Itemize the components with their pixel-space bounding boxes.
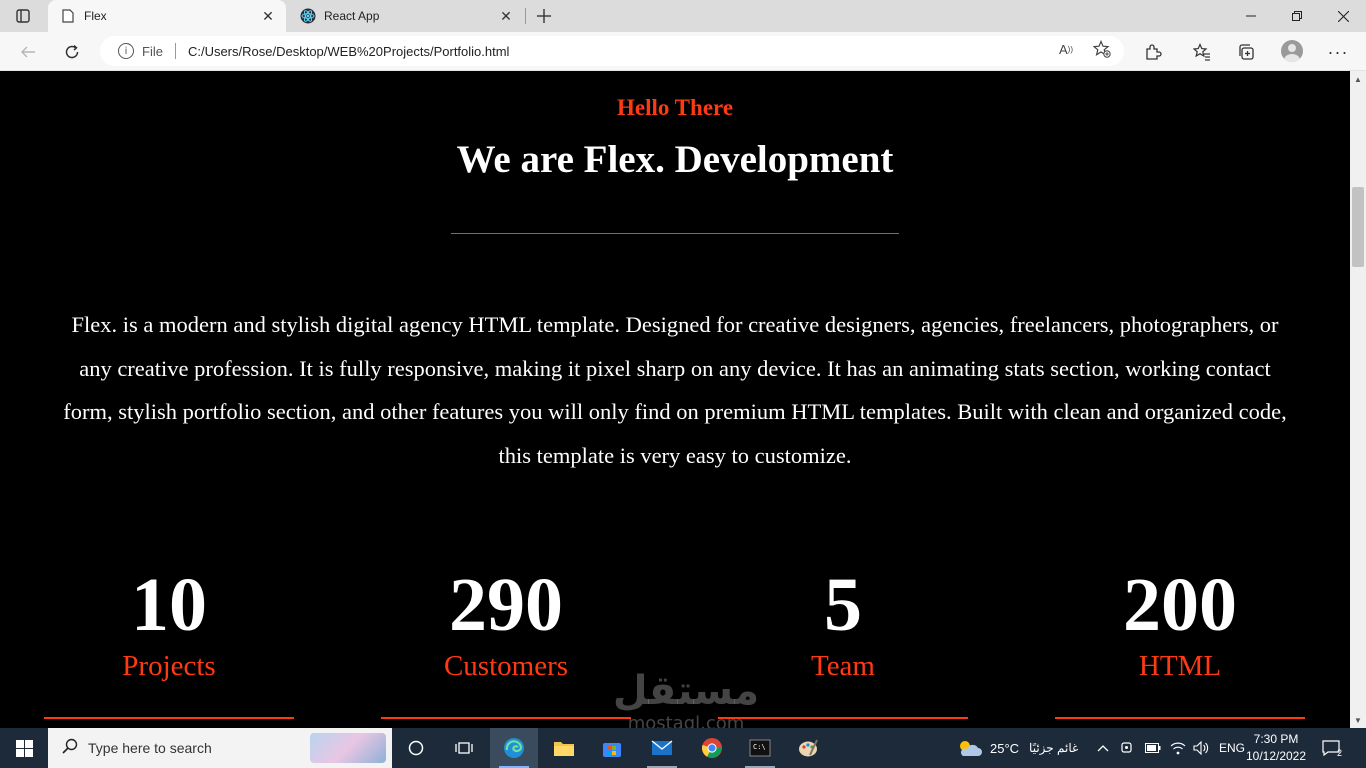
close-window-button[interactable] [1320,0,1366,32]
chrome-icon[interactable] [688,728,736,768]
volume-icon[interactable] [1193,728,1209,768]
favorites-icon[interactable] [1188,38,1216,66]
stat-value: 5 [824,563,862,647]
chevron-up-icon [1097,745,1109,752]
close-icon [1337,10,1349,22]
weather-cloudy-icon [960,741,982,756]
address-bar[interactable]: i File C:/Users/Rose/Desktop/WEB%20Proje… [100,36,1124,66]
webpage: Hello There We are Flex. Development Fle… [0,71,1350,728]
tab-react-app[interactable]: React App ✕ [288,0,524,32]
refresh-button[interactable] [56,36,88,68]
battery-icon[interactable] [1145,728,1161,768]
url-text[interactable]: C:/Users/Rose/Desktop/WEB%20Projects/Por… [188,44,1124,59]
stat-label: Team [811,650,875,682]
windows-logo-icon [15,739,33,757]
page-scrollbar[interactable]: ▲ ▼ [1350,71,1366,728]
weather-widget[interactable]: 25°C غائم جزئيًا [956,728,1078,768]
taskbar-search[interactable]: Type here to search [48,728,392,768]
search-placeholder: Type here to search [88,740,212,756]
tab-bar: Flex ✕ React App ✕ [0,0,1366,32]
new-tab-button[interactable] [530,4,558,28]
system-clock[interactable]: 7:30 PM 10/12/2022 [1242,731,1310,765]
profile-avatar[interactable] [1281,40,1303,62]
headline-divider [451,233,899,234]
stat-underline [718,717,968,719]
page-icon [60,8,76,24]
weather-temp: 25°C [990,740,1020,756]
back-arrow-icon [21,46,35,58]
stat-projects: 10 Projects [44,561,294,719]
tab-separator [525,8,526,24]
close-tab-icon[interactable]: ✕ [256,4,280,28]
clock-time: 7:30 PM [1253,732,1299,746]
paint-icon[interactable] [784,728,832,768]
stat-label: Projects [122,650,216,682]
clock-date: 10/12/2022 [1245,749,1307,763]
section-headline: We are Flex. Development [456,138,894,181]
stat-team: 5 Team [718,561,968,719]
back-button[interactable] [12,36,44,68]
info-icon[interactable]: i [118,43,134,59]
tab-actions-icon [16,9,30,23]
stat-label: Customers [443,650,569,682]
add-favorite-icon[interactable] [1092,39,1112,59]
stat-html: 200 HTML [1055,561,1305,719]
refresh-icon [65,44,79,59]
read-aloud-icon[interactable]: A)) [1056,39,1076,59]
meet-now-icon[interactable] [1121,728,1135,768]
stat-underline [381,717,631,719]
react-icon [300,8,316,24]
terminal-icon[interactable]: C:\ [736,728,784,768]
more-menu-icon[interactable]: ··· [1324,38,1352,66]
start-button[interactable] [0,728,48,768]
stat-label: HTML [1138,650,1222,682]
about-paragraph: Flex. is a modern and stylish digital ag… [63,312,1287,468]
search-highlight-image [310,733,386,763]
plus-icon [537,9,551,23]
weather-description: غائم جزئيًا [1029,741,1079,755]
notification-center-button[interactable]: 2 [1318,736,1344,760]
tab-title: React App [324,9,380,23]
notification-count: 2 [1336,748,1342,758]
scroll-thumb[interactable] [1352,187,1364,267]
stat-value: 10 [131,563,207,647]
taskbar: Type here to search C:\ 25°C غائم جزئيًا [0,728,1366,768]
show-hidden-icons[interactable] [1097,728,1109,768]
cortana-icon[interactable] [392,728,440,768]
mail-icon[interactable] [638,728,686,768]
task-view-icon[interactable] [440,728,488,768]
store-icon[interactable] [588,728,636,768]
wifi-icon[interactable] [1170,728,1186,768]
extensions-icon[interactable] [1139,38,1167,66]
scroll-up-icon[interactable]: ▲ [1350,71,1366,87]
section-greeting: Hello There [616,95,734,120]
browser-toolbar: i File C:/Users/Rose/Desktop/WEB%20Proje… [0,32,1366,71]
stat-underline [44,717,294,719]
tab-actions-button[interactable] [0,0,46,32]
search-icon [62,738,78,759]
scroll-down-icon[interactable]: ▼ [1350,712,1366,728]
stat-value: 290 [449,563,563,647]
stat-value: 200 [1123,563,1237,647]
minimize-button[interactable] [1228,0,1274,32]
tab-flex[interactable]: Flex ✕ [48,0,286,32]
collections-icon[interactable] [1232,38,1260,66]
tab-title: Flex [84,9,107,23]
svg-text:C:\: C:\ [753,743,766,751]
restore-icon [1292,11,1302,21]
stat-customers: 290 Customers [381,561,631,719]
url-scheme: File [142,43,163,59]
edge-taskbar-icon[interactable] [490,728,538,768]
close-tab-icon[interactable]: ✕ [494,4,518,28]
file-explorer-icon[interactable] [540,728,588,768]
restore-button[interactable] [1274,0,1320,32]
address-separator [174,43,176,59]
stat-underline [1055,717,1305,719]
minimize-icon [1246,15,1256,17]
